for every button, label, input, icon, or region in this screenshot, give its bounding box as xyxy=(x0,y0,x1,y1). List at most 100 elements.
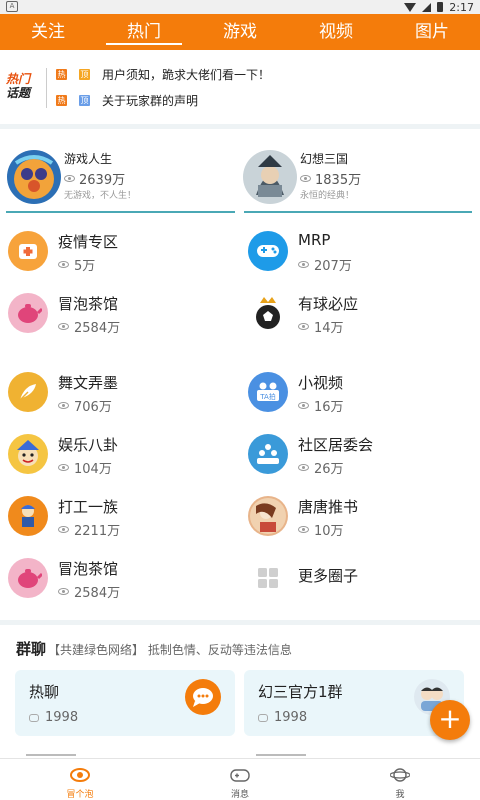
circle-views-value: 2584万 xyxy=(74,586,121,601)
hot-topic-item[interactable]: 热 顶 用户须知，跪求大佬们看一下！ xyxy=(56,64,270,84)
circle-item[interactable]: 疫情专区 5万 xyxy=(0,223,232,279)
circle-item[interactable]: 冒泡茶馆 2584万 xyxy=(0,550,232,606)
circle-name: 疫情专区 xyxy=(58,233,119,251)
chat-group-count: 1998 xyxy=(258,710,307,725)
more-circles-button[interactable]: 更多圈子 xyxy=(240,550,472,606)
camera-icon: TA拍 xyxy=(248,372,288,412)
bottom-navigation: 冒个泡 消息 我 xyxy=(0,758,480,800)
eye-icon xyxy=(298,526,309,533)
section-divider xyxy=(0,124,480,129)
status-time: 2:17 xyxy=(449,0,474,14)
circle-views-value: 10万 xyxy=(314,524,344,539)
group-chat-title: 群聊 xyxy=(16,640,47,658)
circle-item[interactable]: 有球必应 14万 xyxy=(240,285,472,341)
circle-views: 104万 xyxy=(58,458,112,477)
hot-logo-line1: 热门 xyxy=(6,72,31,86)
signal-icon xyxy=(422,2,432,12)
featured-views-value: 2639万 xyxy=(79,173,126,188)
circle-views: 706万 xyxy=(58,396,112,415)
circle-views-value: 16万 xyxy=(314,400,344,415)
circle-views-value: 706万 xyxy=(74,400,112,415)
circle-name: 有球必应 xyxy=(298,295,359,313)
message-icon xyxy=(258,713,268,722)
svg-text:TA拍: TA拍 xyxy=(259,392,276,401)
circle-item[interactable]: 舞文弄墨 706万 xyxy=(0,364,232,420)
chat-group-count-value: 1998 xyxy=(45,710,79,725)
circle-name: 社区居委会 xyxy=(298,436,374,454)
hot-logo-line2: 话题 xyxy=(6,86,31,100)
circle-name: MRP xyxy=(298,231,331,249)
nav-label: 我 xyxy=(395,790,405,800)
tab-hot[interactable]: 热门 xyxy=(96,14,192,50)
worker-icon xyxy=(8,496,48,536)
tab-follow[interactable]: 关注 xyxy=(0,14,96,50)
tab-games[interactable]: 游戏 xyxy=(192,14,288,50)
nav-messages[interactable]: 消息 xyxy=(160,759,320,800)
eye-icon xyxy=(58,261,69,268)
circle-views: 26万 xyxy=(298,458,344,477)
status-icons: 2:17 xyxy=(404,0,474,14)
three-kingdoms-avatar xyxy=(242,149,298,205)
circle-name: 冒泡茶馆 xyxy=(58,560,119,578)
circle-item[interactable]: MRP 207万 xyxy=(240,223,472,279)
circle-name: 冒泡茶馆 xyxy=(58,295,119,313)
circle-views-value: 5万 xyxy=(74,259,96,274)
circle-item[interactable]: TA拍 小视频 16万 xyxy=(240,364,472,420)
medical-icon xyxy=(8,231,48,271)
featured-desc: 永恒的经典！ xyxy=(300,191,355,201)
featured-views-value: 1835万 xyxy=(315,173,362,188)
chat-group-count: 1998 xyxy=(29,710,78,725)
circle-item[interactable]: 社区居委会 26万 xyxy=(240,426,472,482)
eye-icon xyxy=(58,526,69,533)
circle-name: 小视频 xyxy=(298,374,344,392)
eye-icon xyxy=(70,768,90,782)
hot-topic-item[interactable]: 热 顶 关于玩家群的声明 xyxy=(56,90,198,110)
group-chat-header: 群聊 【共建绿色网络】 抵制色情、反动等违法信息 xyxy=(16,638,292,659)
featured-underline xyxy=(244,211,472,213)
tab-images[interactable]: 图片 xyxy=(384,14,480,50)
circle-views: 5万 xyxy=(58,255,95,274)
featured-circle-game-life[interactable]: 游戏人生 2639万 无游戏，不人生！ xyxy=(6,142,240,212)
circle-item[interactable]: 娱乐八卦 104万 xyxy=(0,426,232,482)
gamepad-outline-icon xyxy=(230,769,250,782)
battery-icon xyxy=(437,2,444,12)
message-icon xyxy=(29,713,39,722)
hot-topics-panel: 热门 话题 热 顶 用户须知，跪求大佬们看一下！ 热 顶 关于玩家群的声明 xyxy=(0,50,480,126)
game-life-avatar xyxy=(6,149,62,205)
hot-topics-logo: 热门 话题 xyxy=(6,72,44,100)
chat-group-name: 热聊 xyxy=(29,683,60,701)
circle-views: 2584万 xyxy=(58,317,120,336)
eye-icon xyxy=(298,261,309,268)
eye-icon xyxy=(298,323,309,330)
circle-views-value: 207万 xyxy=(314,259,352,274)
eye-icon xyxy=(298,402,309,409)
hot-divider xyxy=(46,68,47,108)
eye-icon xyxy=(58,402,69,409)
group-chat-subtitle: 【共建绿色网络】 抵制色情、反动等违法信息 xyxy=(48,643,292,657)
circle-views: 207万 xyxy=(298,255,352,274)
status-bar: A 2:17 xyxy=(0,0,480,14)
planet-icon xyxy=(390,768,410,782)
nav-bubble[interactable]: 冒个泡 xyxy=(0,759,160,800)
create-post-button[interactable]: + xyxy=(430,700,470,740)
circle-views: 16万 xyxy=(298,396,344,415)
chat-group-count-value: 1998 xyxy=(274,710,308,725)
circle-views-value: 2211万 xyxy=(74,524,121,539)
circle-item[interactable]: 唐唐推书 10万 xyxy=(240,488,472,544)
circle-views-value: 26万 xyxy=(314,462,344,477)
circle-item[interactable]: 打工一族 2211万 xyxy=(0,488,232,544)
circle-item[interactable]: 冒泡茶馆 2584万 xyxy=(0,285,232,341)
eye-icon xyxy=(64,175,75,182)
featured-circle-three-kingdoms[interactable]: 幻想三国 1835万 永恒的经典！ xyxy=(242,142,476,212)
notification-icon: A xyxy=(6,1,18,12)
nav-label: 消息 xyxy=(230,790,249,800)
eye-icon xyxy=(298,464,309,471)
circle-name: 娱乐八卦 xyxy=(58,436,119,454)
chat-group-card[interactable]: 热聊 1998 xyxy=(15,670,235,736)
circle-views: 14万 xyxy=(298,317,344,336)
more-grid-icon xyxy=(248,558,288,598)
jester-icon xyxy=(8,434,48,474)
tab-videos[interactable]: 视频 xyxy=(288,14,384,50)
nav-me[interactable]: 我 xyxy=(320,759,480,800)
featured-desc: 无游戏，不人生！ xyxy=(64,191,137,201)
